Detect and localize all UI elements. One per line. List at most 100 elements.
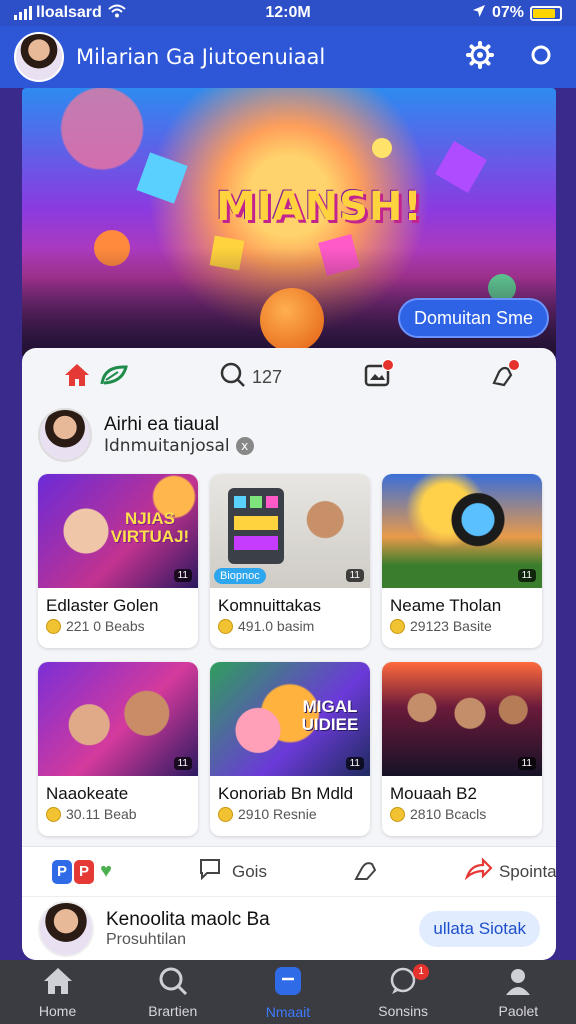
- contact-name: Kenoolita maolc: [106, 908, 242, 930]
- mascot-image: [260, 288, 324, 352]
- avatar[interactable]: [38, 900, 94, 957]
- video-meta: 491.0 basim: [238, 618, 315, 634]
- nav-label: Sonsins: [378, 1002, 429, 1019]
- signal-icon: [14, 6, 32, 20]
- content-card: 127 Airhi ea tiaual Idnmuitanjosal x NJI…: [22, 348, 556, 960]
- video-card[interactable]: MIGAL UIDIEE 11 Konoriab Bn Mdld 2910 Re…: [210, 662, 370, 836]
- video-title: Komnuittakas: [218, 596, 321, 615]
- avatar[interactable]: [38, 408, 92, 462]
- pin-button[interactable]: [353, 857, 379, 886]
- video-meta: 2910 Resnie: [238, 806, 317, 822]
- battery-percent: 07%: [491, 4, 524, 21]
- action-bar: P P ♥ Gois Spointand: [22, 846, 556, 896]
- gear-icon[interactable]: [466, 40, 494, 74]
- video-card[interactable]: Biopnoc 11 Komnuittakas 491.0 basim: [210, 474, 370, 648]
- hero-cta-button[interactable]: Domuitan Sme: [398, 298, 550, 338]
- duration-badge: 11: [345, 757, 364, 770]
- coin-icon: [218, 618, 233, 634]
- gois-button[interactable]: Gois: [198, 857, 267, 886]
- video-thumbnail: NJIAS VIRTUAJ! 11: [38, 474, 198, 588]
- app-letter-icon: P: [52, 859, 72, 884]
- close-icon[interactable]: x: [235, 437, 254, 455]
- tab-home[interactable]: [64, 363, 128, 392]
- app-letter-icon: P: [74, 859, 94, 884]
- contact-action-button[interactable]: ullata Siotak: [419, 910, 540, 947]
- image-icon: [364, 358, 395, 392]
- nav-search[interactable]: Brartien: [123, 966, 223, 1019]
- nav-label: Brartien: [148, 1002, 198, 1019]
- video-meta: 2810 Bcacls: [410, 806, 487, 822]
- duration-badge: 11: [173, 757, 192, 770]
- pin-icon: [353, 862, 379, 885]
- coin-icon: [218, 806, 233, 822]
- spointand-button[interactable]: Spointand: [464, 857, 556, 886]
- leaf-icon[interactable]: [100, 364, 128, 391]
- profile-name: Airhi ea tiaual: [104, 414, 220, 435]
- video-card[interactable]: 11 Mouaah B2 2810 Bcacls: [382, 662, 542, 836]
- nav-label: Nmaait: [265, 1003, 311, 1020]
- nav-label: Paolet: [498, 1002, 539, 1019]
- tab-gallery[interactable]: [364, 358, 395, 392]
- bottom-nav: Home Brartien Nmaait 1 Sonsins Paolet: [0, 960, 576, 1024]
- status-bar: lloalsard 12:0M 07%: [0, 0, 576, 26]
- battery-icon: [530, 5, 562, 21]
- duration-badge: 11: [345, 569, 364, 582]
- search-icon: [158, 966, 188, 999]
- home-icon: [64, 363, 90, 392]
- contact-suffix: Ba: [246, 908, 270, 930]
- video-card[interactable]: 11 Neame Tholan 29123 Basite: [382, 474, 542, 648]
- profile-icon: [503, 966, 533, 999]
- coin-icon: [46, 618, 61, 634]
- page-title: Milarian Ga Jiutoenuiaal: [76, 45, 326, 69]
- nav-home[interactable]: Home: [8, 966, 108, 1019]
- contact-row[interactable]: Kenoolita maolc Ba Prosuhtilan ullata Si…: [22, 896, 556, 960]
- video-thumbnail: 11: [38, 662, 198, 776]
- video-title: Neame Tholan: [390, 596, 502, 615]
- tab-notifications[interactable]: [490, 358, 521, 392]
- circle-icon[interactable]: [530, 44, 552, 71]
- coin-icon: [390, 618, 405, 634]
- contact-subtitle: Prosuhtilan: [106, 930, 187, 948]
- video-title: Konoriab Bn Mdld: [218, 784, 354, 803]
- location-icon: [472, 4, 486, 23]
- wifi-icon: [108, 4, 126, 23]
- video-thumbnail: MIGAL UIDIEE 11: [210, 662, 370, 776]
- app-icons[interactable]: P P ♥: [52, 859, 118, 884]
- video-title: Edlaster Golen: [46, 596, 159, 615]
- video-title: Mouaah B2: [390, 784, 477, 803]
- spointand-label: Spointand: [498, 861, 556, 881]
- video-meta: 30.11 Beab: [66, 806, 137, 822]
- coin-icon: [46, 806, 61, 822]
- gois-label: Gois: [232, 861, 267, 881]
- nav-messages[interactable]: Nmaait: [238, 965, 338, 1020]
- notification-badge: 1: [413, 963, 430, 980]
- nav-profile[interactable]: Paolet: [468, 966, 568, 1019]
- profile-row[interactable]: Airhi ea tiaual Idnmuitanjosal x: [22, 406, 556, 464]
- video-thumbnail: 11: [382, 474, 542, 588]
- nav-label: Home: [38, 1002, 77, 1019]
- filter-tabs: 127: [22, 348, 556, 406]
- app-header: Milarian Ga Jiutoenuiaal: [0, 26, 576, 88]
- video-grid: NJIAS VIRTUAJ! 11 Edlaster Golen 221 0 B…: [38, 474, 542, 836]
- heart-icon: ♥: [100, 860, 112, 882]
- message-icon: [273, 965, 303, 1000]
- video-title: Naaokeate: [46, 784, 129, 803]
- tab-search[interactable]: 127: [220, 362, 282, 393]
- video-card[interactable]: NJIAS VIRTUAJ! 11 Edlaster Golen 221 0 B…: [38, 474, 198, 648]
- duration-badge: 11: [517, 757, 536, 770]
- share-icon: [464, 857, 493, 886]
- profile-subtitle: Idnmuitanjosal: [104, 436, 230, 456]
- video-thumbnail: Biopnoc 11: [210, 474, 370, 588]
- duration-badge: 11: [517, 569, 536, 582]
- video-thumbnail: 11: [382, 662, 542, 776]
- avatar[interactable]: [14, 32, 64, 82]
- notification-icon: [490, 358, 521, 392]
- category-tag: Biopnoc: [214, 568, 266, 584]
- device-illustration: [228, 488, 284, 564]
- nav-chat[interactable]: 1 Sonsins: [353, 963, 453, 1019]
- duration-badge: 11: [173, 569, 192, 582]
- thumbnail-overlay-text: NJIAS VIRTUAJ!: [110, 509, 190, 546]
- carrier-name: lloalsard: [36, 4, 102, 21]
- hero-brand: MIANSH!: [216, 184, 423, 230]
- video-card[interactable]: 11 Naaokeate 30.11 Beab: [38, 662, 198, 836]
